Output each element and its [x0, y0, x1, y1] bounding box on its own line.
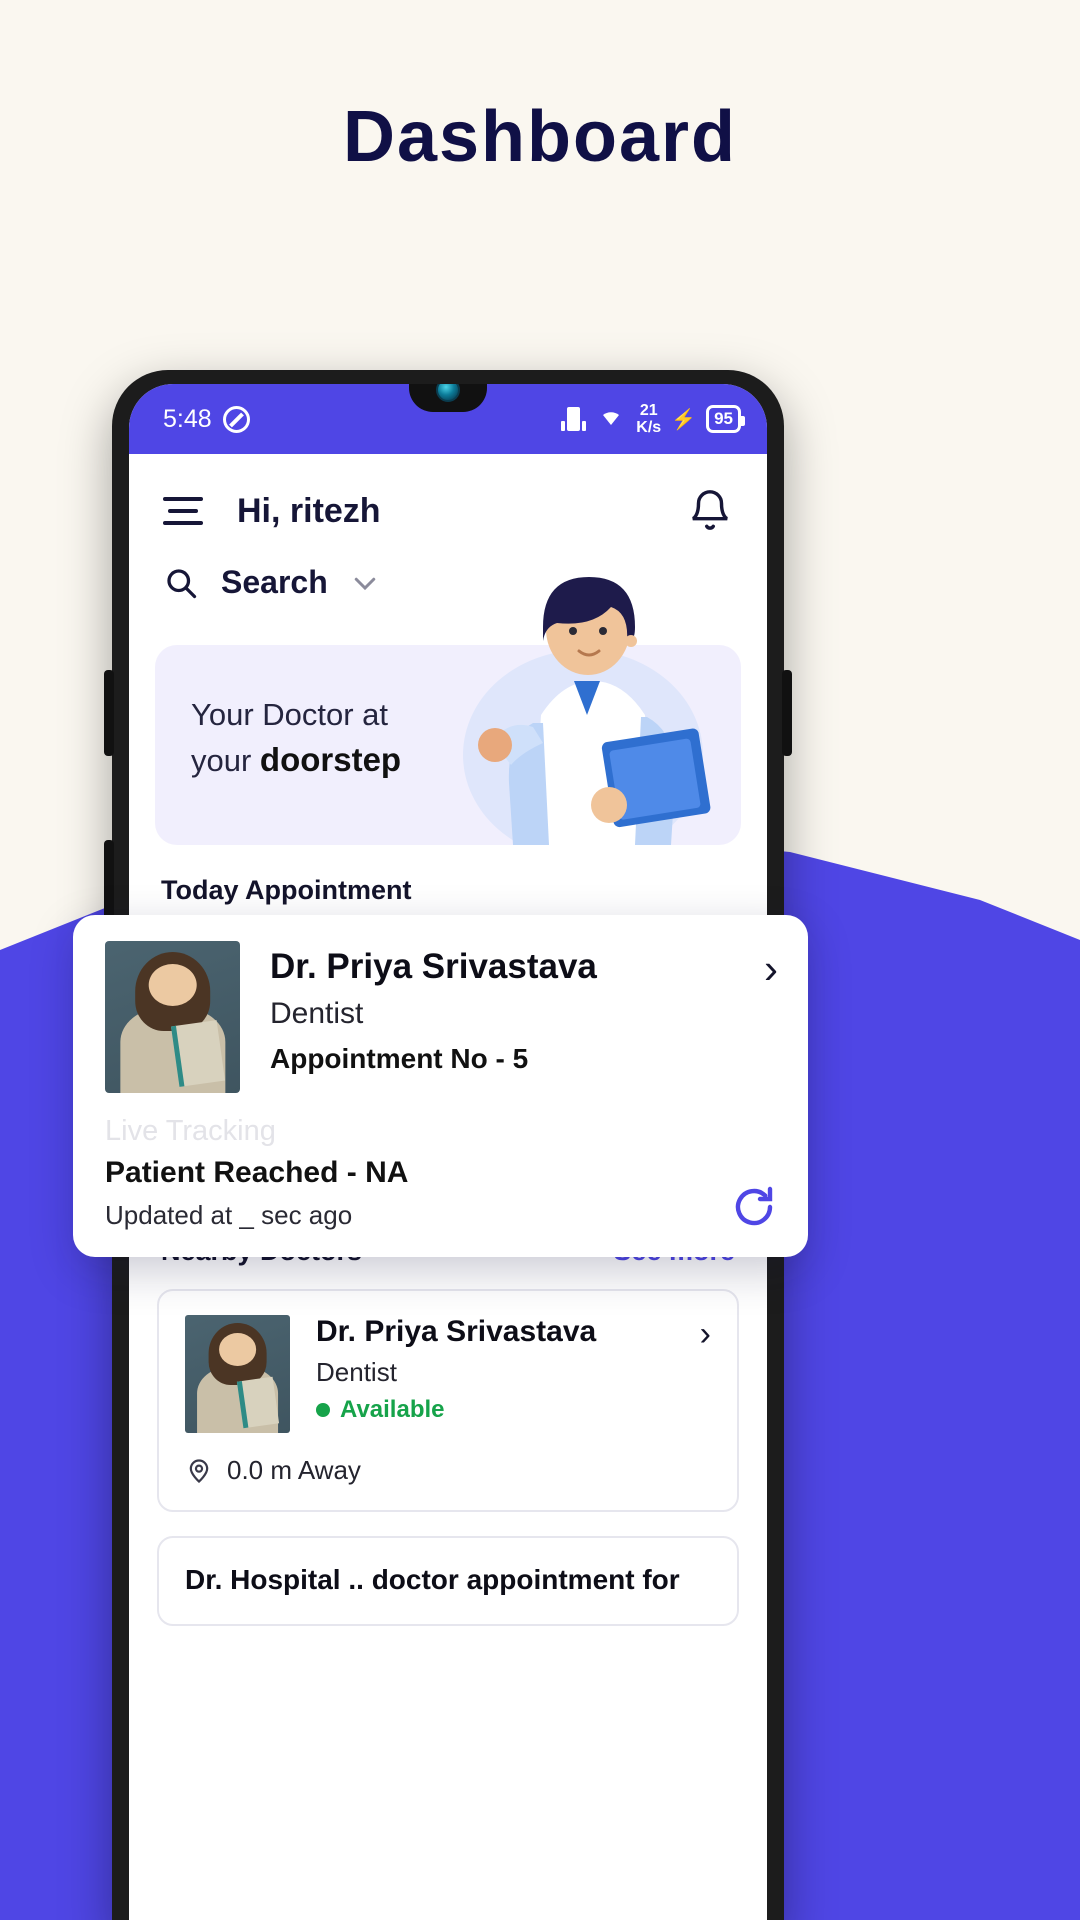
patient-reached-status: Patient Reached - NA [105, 1156, 409, 1189]
battery-indicator: 95 [706, 405, 745, 433]
promo-banner[interactable]: Your Doctor at your doorstep [155, 577, 741, 860]
promo-line-1: Your Doctor at [191, 697, 389, 732]
promo-line-2-bold: doorstep [259, 741, 402, 779]
appointment-doctor-name: Dr. Priya Srivastava [270, 947, 597, 986]
promo-line-2-prefix: your [191, 743, 260, 779]
photo-face [218, 1332, 257, 1366]
nearby-doctor-chevron-right-icon[interactable]: › [700, 1315, 711, 1354]
availability-status: Available [316, 1396, 674, 1424]
appointment-doctor-info: Dr. Priya Srivastava Dentist Appointment… [270, 941, 734, 1093]
doctor-illustration [433, 555, 723, 860]
status-bar-time: 5:48 [163, 404, 212, 433]
appointment-card-top: Dr. Priya Srivastava Dentist Appointment… [105, 941, 778, 1093]
search-label: Search [221, 564, 328, 600]
nearby-doctor-card[interactable]: Dr. Priya Srivastava Dentist Available › [157, 1289, 739, 1512]
screen-notch [409, 384, 487, 412]
nearby-doctor-top: Dr. Priya Srivastava Dentist Available › [185, 1315, 711, 1433]
refresh-icon[interactable] [730, 1183, 778, 1231]
nearby-doctor-distance: 0.0 m Away [185, 1455, 711, 1486]
today-appointment-label: Today Appointment [161, 875, 412, 905]
wifi-icon [596, 404, 626, 435]
live-tracking-status: Patient Reached - NA Updated at _ sec ag… [105, 1148, 778, 1231]
do-not-disturb-icon [222, 405, 250, 433]
nearby-doctor-name: Dr. Priya Srivastava [316, 1315, 597, 1348]
nearby-doctor-card-partial[interactable]: Dr. Hospital .. doctor appointment for [157, 1536, 739, 1626]
status-bar-left: 5:48 [163, 405, 250, 434]
location-pin-icon [185, 1457, 213, 1485]
live-tracking-label: Live Tracking [105, 1115, 276, 1147]
last-updated-text: Updated at _ sec ago [105, 1200, 353, 1230]
front-camera-icon [436, 384, 460, 402]
status-bar: 5:48 21 K/s ⚡ 95 [129, 384, 767, 454]
appointment-doctor-specialty: Dentist [270, 997, 364, 1030]
network-speed: 21 K/s [636, 402, 661, 436]
nearby-doctor-specialty: Dentist [316, 1357, 397, 1387]
chevron-down-icon[interactable] [350, 568, 380, 598]
photo-book [236, 1376, 279, 1429]
search-icon [163, 565, 199, 601]
promo-line-2: your doorstep [191, 737, 401, 784]
appointment-chevron-right-icon[interactable]: › [764, 941, 778, 993]
page-title: Dashboard [342, 97, 738, 177]
today-appointment-section-title: Today Appointment [129, 845, 767, 906]
hamburger-menu-icon[interactable] [163, 489, 203, 533]
photo-book [171, 1020, 226, 1087]
availability-label: Available [340, 1396, 445, 1423]
doctor-photo [185, 1315, 290, 1433]
device-button-left-upper [104, 670, 114, 756]
photo-face [148, 963, 197, 1007]
status-dot-icon [316, 1403, 330, 1417]
device-button-right [782, 670, 792, 756]
nearby-doctor-info: Dr. Priya Srivastava Dentist Available [316, 1315, 674, 1424]
greeting-text: Hi, ritezh [237, 491, 381, 530]
appointment-doctor-photo [105, 941, 240, 1093]
distance-label: 0.0 m Away [227, 1455, 361, 1485]
bolt-icon: ⚡ [671, 408, 697, 431]
live-tracking-text-group: Patient Reached - NA Updated at _ sec ag… [105, 1148, 408, 1231]
network-speed-value: 21 [639, 402, 658, 419]
status-bar-right: 21 K/s ⚡ 95 [561, 402, 745, 436]
vibrate-icon [561, 407, 587, 431]
app-header: Hi, ritezh [129, 454, 767, 534]
promo-banner-text: Your Doctor at your doorstep [191, 693, 401, 784]
today-appointment-card[interactable]: Dr. Priya Srivastava Dentist Appointment… [73, 915, 808, 1257]
appointment-number: Appointment No - 5 [270, 1043, 529, 1074]
network-speed-unit: K/s [636, 419, 662, 436]
bell-icon[interactable] [687, 488, 733, 534]
